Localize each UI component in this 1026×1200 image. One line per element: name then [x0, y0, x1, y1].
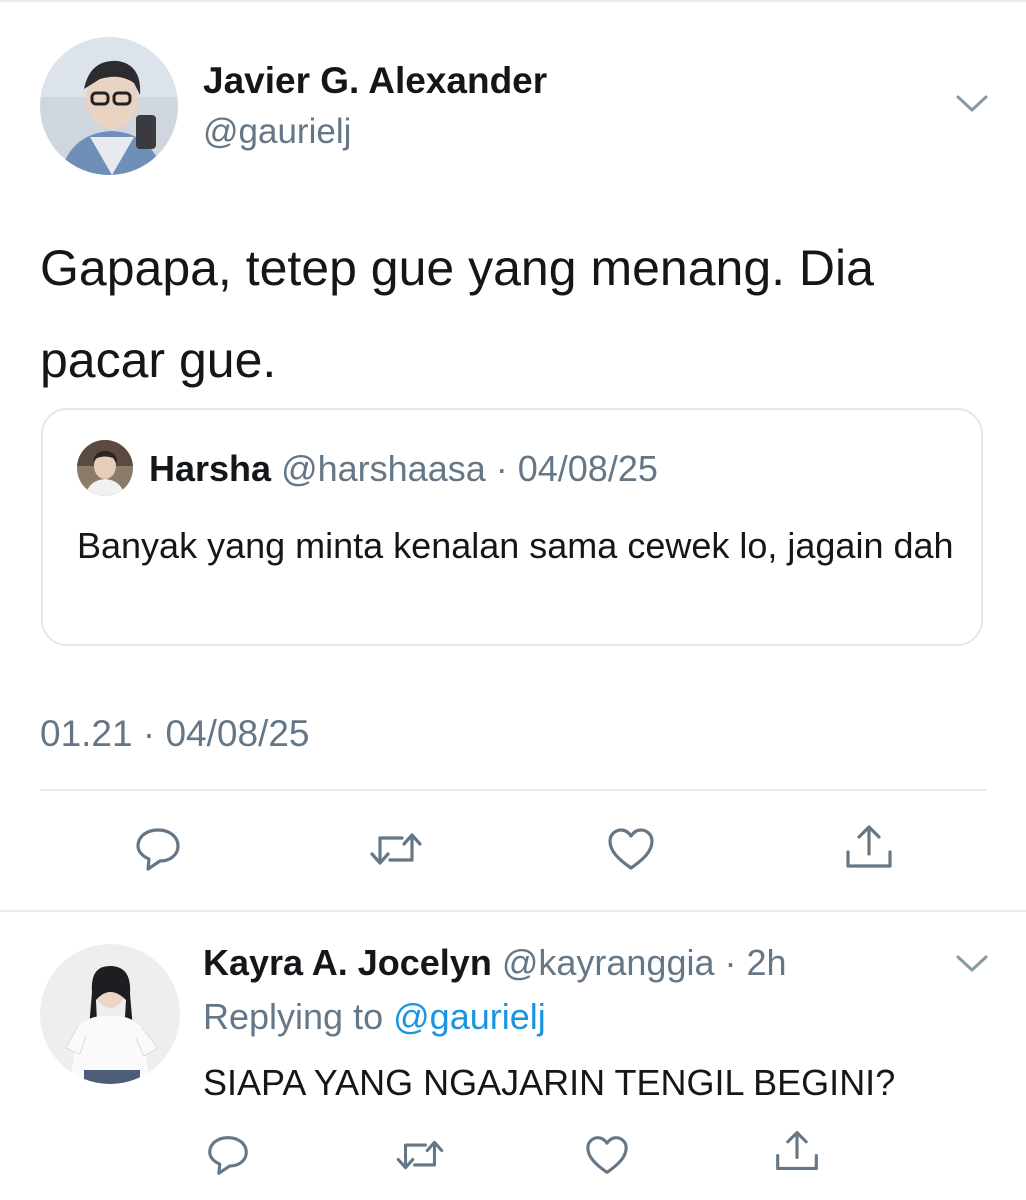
quoted-tweet-text: Banyak yang minta kenalan sama cewek lo,… — [77, 525, 954, 566]
chevron-down-icon[interactable] — [954, 92, 990, 116]
retweet-icon[interactable] — [394, 1136, 446, 1174]
reply-text: SIAPA YANG NGAJARIN TENGIL BEGINI? — [203, 1062, 896, 1103]
quoted-tweet-card[interactable]: Harsha @harshaasa · 04/08/25 Banyak yang… — [41, 408, 983, 646]
author-name[interactable]: Javier G. Alexander — [203, 60, 547, 102]
replying-to: Replying to @gaurielj — [203, 996, 546, 1038]
like-icon[interactable] — [584, 1134, 630, 1176]
retweet-icon[interactable] — [368, 828, 424, 870]
share-icon[interactable] — [774, 1128, 820, 1174]
like-icon[interactable] — [606, 826, 656, 872]
section-separator — [0, 910, 1026, 912]
top-divider — [0, 0, 1026, 2]
reply-author-meta: @kayranggia · 2h — [501, 942, 787, 983]
divider — [40, 789, 986, 791]
replying-mention-link[interactable]: @gaurielj — [393, 996, 546, 1037]
tweet-text: Gapapa, tetep gue yang menang. Dia pacar… — [40, 240, 874, 388]
reply-icon[interactable] — [134, 826, 182, 872]
quoted-author-meta: @harshaasa · 04/08/25 — [281, 448, 658, 489]
share-icon[interactable] — [844, 822, 894, 872]
reply-author-name[interactable]: Kayra A. Jocelyn — [203, 942, 492, 983]
chevron-down-icon[interactable] — [954, 952, 990, 976]
author-avatar[interactable] — [40, 37, 178, 175]
reply-icon[interactable] — [206, 1134, 250, 1176]
quoted-author-avatar — [77, 440, 133, 496]
tweet-timestamp[interactable]: 01.21 · 04/08/25 — [40, 713, 310, 755]
author-handle[interactable]: @gaurielj — [203, 112, 351, 152]
quoted-author-name: Harsha — [149, 448, 272, 489]
reply-author-avatar[interactable] — [40, 944, 180, 1084]
replying-prefix: Replying to — [203, 996, 384, 1037]
